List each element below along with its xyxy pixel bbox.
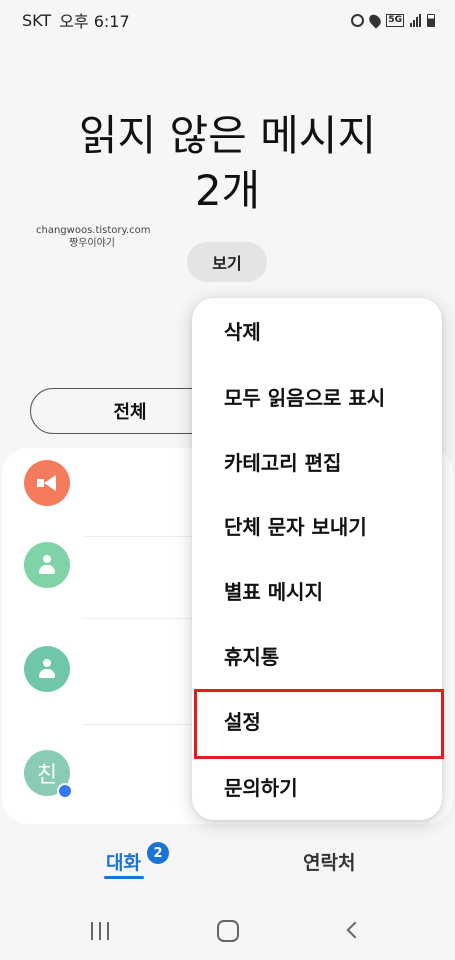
- watermark-name: 짱우이야기: [69, 238, 115, 249]
- status-left: SKT 오후 6:17: [22, 8, 130, 32]
- person-icon: [37, 658, 57, 680]
- menu-item-trash[interactable]: 휴지통: [192, 623, 442, 687]
- unread-title: 읽지 않은 메시지: [78, 111, 377, 160]
- system-nav-bar: [0, 900, 455, 960]
- alarm-icon: [351, 13, 365, 27]
- conversation-avatar[interactable]: [24, 646, 70, 692]
- carrier-label: SKT: [22, 10, 52, 30]
- status-dot-icon: [57, 783, 73, 799]
- tab-contacts[interactable]: 연락처: [303, 848, 355, 875]
- bottom-tabs: 대화 2 연락처: [0, 830, 455, 890]
- active-tab-indicator: [104, 876, 144, 879]
- conversation-avatar[interactable]: [24, 542, 70, 588]
- view-button[interactable]: 보기: [187, 242, 267, 282]
- unread-badge: 2: [147, 842, 169, 864]
- status-bar: SKT 오후 6:17 5G: [0, 0, 455, 40]
- unread-header: 읽지 않은 메시지 2개: [0, 108, 455, 218]
- settings-highlight-box: [194, 689, 444, 759]
- watermark: changwoos.tistory.com 짱우이야기: [36, 224, 151, 250]
- recents-icon[interactable]: [91, 922, 109, 940]
- conversation-avatar[interactable]: [24, 460, 70, 506]
- megaphone-icon: [36, 474, 58, 492]
- status-icons: 5G: [351, 11, 435, 29]
- battery-icon: [427, 13, 435, 27]
- clock: 오후 6:17: [59, 12, 130, 31]
- menu-item-edit-categories[interactable]: 카테고리 편집: [192, 429, 442, 493]
- watermark-url: changwoos.tistory.com: [36, 225, 151, 236]
- back-icon[interactable]: [346, 921, 364, 939]
- person-icon: [37, 554, 57, 576]
- 5g-icon: 5G: [386, 13, 404, 27]
- menu-item-contact-us[interactable]: 문의하기: [192, 754, 442, 818]
- avatar-initial: 친: [36, 763, 58, 788]
- location-icon: [367, 11, 384, 29]
- unread-count: 2개: [194, 166, 261, 215]
- menu-item-group-message[interactable]: 단체 문자 보내기: [192, 493, 442, 557]
- conversation-avatar[interactable]: 친: [24, 750, 73, 799]
- menu-item-delete[interactable]: 삭제: [192, 298, 442, 362]
- menu-item-mark-all-read[interactable]: 모두 읽음으로 표시: [192, 364, 442, 428]
- tab-conversations[interactable]: 대화: [106, 848, 141, 875]
- menu-item-starred-messages[interactable]: 별표 메시지: [192, 558, 442, 622]
- signal-icon: [410, 13, 421, 27]
- home-icon[interactable]: [217, 920, 239, 942]
